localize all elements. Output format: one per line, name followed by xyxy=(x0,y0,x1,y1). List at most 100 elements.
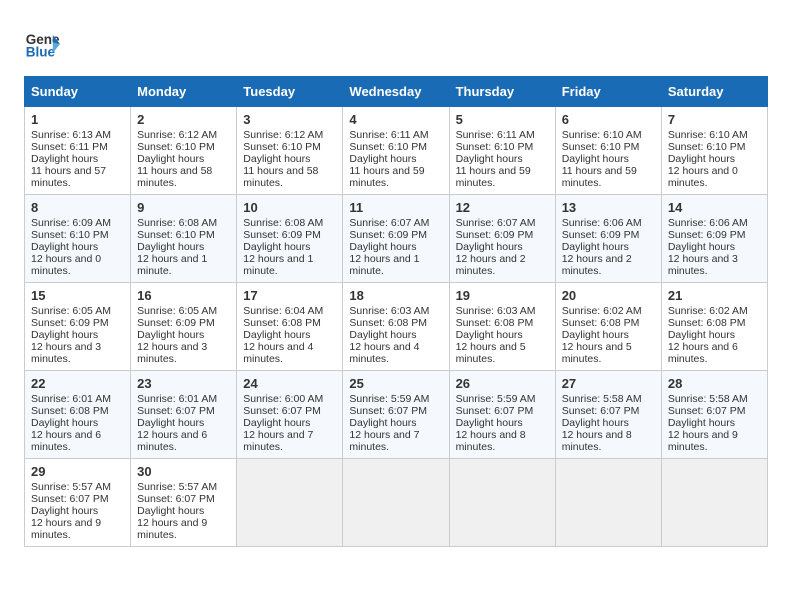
sunrise-text: Sunrise: 6:06 AM xyxy=(668,217,748,229)
day-number: 1 xyxy=(31,112,124,127)
day-number: 26 xyxy=(456,376,549,391)
page-header: General Blue xyxy=(24,20,768,62)
logo-icon: General Blue xyxy=(24,26,60,62)
daylight-label: Daylight hours xyxy=(668,241,735,253)
calendar-cell xyxy=(661,459,767,547)
calendar-cell: 4 Sunrise: 6:11 AMSunset: 6:10 PMDaylight… xyxy=(343,107,449,195)
day-number: 15 xyxy=(31,288,124,303)
day-number: 4 xyxy=(349,112,442,127)
daylight-duration: 12 hours and 6 minutes. xyxy=(137,429,207,453)
calendar-cell: 2Sunrise: 6:12 AMSunset: 6:10 PMDaylight… xyxy=(131,107,237,195)
sunset-text: Sunset: 6:07 PM xyxy=(137,493,215,505)
sunset-text: Sunset: 6:09 PM xyxy=(562,229,640,241)
sunrise-text: Sunrise: 6:01 AM xyxy=(31,393,111,405)
day-number: 2 xyxy=(137,112,230,127)
daylight-label: Daylight hours xyxy=(137,153,204,165)
daylight-duration: 11 hours and 57 minutes. xyxy=(31,165,106,189)
sunset-text: Sunset: 6:07 PM xyxy=(137,405,215,417)
calendar-cell: 27 Sunrise: 5:58 AMSunset: 6:07 PMDayligh… xyxy=(555,371,661,459)
sunset-text: Sunset: 6:09 PM xyxy=(31,317,109,329)
daylight-duration: 12 hours and 2 minutes. xyxy=(562,253,632,277)
day-number: 28 xyxy=(668,376,761,391)
calendar-cell: 23Sunrise: 6:01 AMSunset: 6:07 PMDayligh… xyxy=(131,371,237,459)
calendar-cell xyxy=(555,459,661,547)
daylight-label: Daylight hours xyxy=(243,153,310,165)
sunrise-text: Sunrise: 5:58 AM xyxy=(668,393,748,405)
sunset-text: Sunset: 6:10 PM xyxy=(137,141,215,153)
daylight-duration: 11 hours and 59 minutes. xyxy=(456,165,531,189)
daylight-duration: 12 hours and 7 minutes. xyxy=(349,429,419,453)
day-number: 22 xyxy=(31,376,124,391)
sunset-text: Sunset: 6:09 PM xyxy=(456,229,534,241)
daylight-label: Daylight hours xyxy=(562,153,629,165)
calendar-week-1: 1Sunrise: 6:13 AMSunset: 6:11 PMDaylight… xyxy=(25,107,768,195)
calendar-cell: 18Sunrise: 6:03 AMSunset: 6:08 PMDayligh… xyxy=(343,283,449,371)
day-number: 3 xyxy=(243,112,336,127)
sunset-text: Sunset: 6:10 PM xyxy=(349,141,427,153)
daylight-duration: 12 hours and 0 minutes. xyxy=(668,165,738,189)
calendar-cell: 9Sunrise: 6:08 AMSunset: 6:10 PMDaylight… xyxy=(131,195,237,283)
day-number: 27 xyxy=(562,376,655,391)
daylight-duration: 12 hours and 8 minutes. xyxy=(562,429,632,453)
col-header-tuesday: Tuesday xyxy=(237,77,343,107)
col-header-saturday: Saturday xyxy=(661,77,767,107)
sunrise-text: Sunrise: 6:09 AM xyxy=(31,217,111,229)
calendar-week-3: 15Sunrise: 6:05 AMSunset: 6:09 PMDayligh… xyxy=(25,283,768,371)
daylight-label: Daylight hours xyxy=(562,417,629,429)
calendar-cell: 1Sunrise: 6:13 AMSunset: 6:11 PMDaylight… xyxy=(25,107,131,195)
sunrise-text: Sunrise: 6:12 AM xyxy=(243,129,323,141)
day-number: 19 xyxy=(456,288,549,303)
sunset-text: Sunset: 6:10 PM xyxy=(456,141,534,153)
calendar-cell: 8Sunrise: 6:09 AMSunset: 6:10 PMDaylight… xyxy=(25,195,131,283)
sunrise-text: Sunrise: 6:11 AM xyxy=(349,129,428,141)
sunset-text: Sunset: 6:07 PM xyxy=(562,405,640,417)
calendar-cell: 6Sunrise: 6:10 AMSunset: 6:10 PMDaylight… xyxy=(555,107,661,195)
daylight-duration: 12 hours and 7 minutes. xyxy=(243,429,313,453)
daylight-label: Daylight hours xyxy=(349,153,416,165)
day-number: 16 xyxy=(137,288,230,303)
daylight-label: Daylight hours xyxy=(562,329,629,341)
day-number: 10 xyxy=(243,200,336,215)
daylight-label: Daylight hours xyxy=(562,241,629,253)
daylight-duration: 12 hours and 4 minutes. xyxy=(243,341,313,365)
sunset-text: Sunset: 6:10 PM xyxy=(243,141,321,153)
daylight-duration: 12 hours and 3 minutes. xyxy=(668,253,738,277)
sunset-text: Sunset: 6:07 PM xyxy=(456,405,534,417)
daylight-label: Daylight hours xyxy=(31,505,98,517)
sunset-text: Sunset: 6:10 PM xyxy=(137,229,215,241)
daylight-duration: 12 hours and 5 minutes. xyxy=(456,341,526,365)
daylight-duration: 12 hours and 3 minutes. xyxy=(137,341,207,365)
calendar-cell: 25Sunrise: 5:59 AMSunset: 6:07 PMDayligh… xyxy=(343,371,449,459)
calendar-cell: 11Sunrise: 6:07 AMSunset: 6:09 PMDayligh… xyxy=(343,195,449,283)
sunrise-text: Sunrise: 6:00 AM xyxy=(243,393,323,405)
day-number: 13 xyxy=(562,200,655,215)
daylight-label: Daylight hours xyxy=(31,153,98,165)
calendar-cell: 29Sunrise: 5:57 AMSunset: 6:07 PMDayligh… xyxy=(25,459,131,547)
sunrise-text: Sunrise: 6:03 AM xyxy=(456,305,536,317)
calendar-cell: 17Sunrise: 6:04 AMSunset: 6:08 PMDayligh… xyxy=(237,283,343,371)
sunrise-text: Sunrise: 6:01 AM xyxy=(137,393,217,405)
daylight-label: Daylight hours xyxy=(668,153,735,165)
daylight-duration: 12 hours and 6 minutes. xyxy=(31,429,101,453)
daylight-label: Daylight hours xyxy=(137,241,204,253)
calendar-cell: 30Sunrise: 5:57 AMSunset: 6:07 PMDayligh… xyxy=(131,459,237,547)
sunrise-text: Sunrise: 5:57 AM xyxy=(31,481,111,493)
calendar-cell: 28Sunrise: 5:58 AMSunset: 6:07 PMDayligh… xyxy=(661,371,767,459)
calendar-body: 1Sunrise: 6:13 AMSunset: 6:11 PMDaylight… xyxy=(25,107,768,547)
sunrise-text: Sunrise: 5:58 AM xyxy=(562,393,642,405)
daylight-label: Daylight hours xyxy=(456,417,523,429)
sunset-text: Sunset: 6:07 PM xyxy=(243,405,321,417)
sunrise-text: Sunrise: 5:59 AM xyxy=(349,393,429,405)
sunset-text: Sunset: 6:08 PM xyxy=(562,317,640,329)
daylight-duration: 11 hours and 59 minutes. xyxy=(349,165,424,189)
calendar-cell: 3 Sunrise: 6:12 AMSunset: 6:10 PMDaylight… xyxy=(237,107,343,195)
col-header-friday: Friday xyxy=(555,77,661,107)
sunrise-text: Sunrise: 6:10 AM xyxy=(562,129,642,141)
daylight-label: Daylight hours xyxy=(349,241,416,253)
daylight-label: Daylight hours xyxy=(349,329,416,341)
day-number: 9 xyxy=(137,200,230,215)
day-number: 6 xyxy=(562,112,655,127)
calendar-cell: 7Sunrise: 6:10 AMSunset: 6:10 PMDaylight… xyxy=(661,107,767,195)
svg-text:Blue: Blue xyxy=(26,45,56,60)
day-number: 25 xyxy=(349,376,442,391)
